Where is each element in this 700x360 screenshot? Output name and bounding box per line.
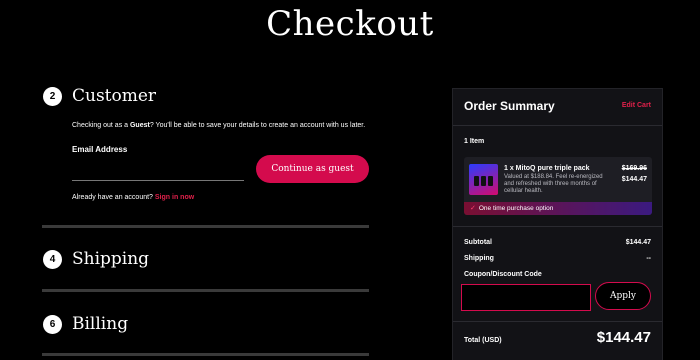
- coupon-code-input[interactable]: [461, 284, 591, 311]
- summary-divider: [453, 125, 662, 126]
- guest-note: Checking out as a Guest? You'll be able …: [72, 122, 366, 129]
- order-summary-panel: Order Summary Edit Cart 1 Item 1 x MitoQ…: [452, 88, 663, 360]
- coupon-label: Coupon/Discount Code: [464, 271, 542, 278]
- apply-coupon-button[interactable]: Apply: [595, 282, 651, 310]
- step-number-customer: 2: [43, 87, 62, 106]
- email-label: Email Address: [72, 145, 128, 154]
- total-value: $144.47: [596, 329, 651, 346]
- summary-divider: [453, 226, 662, 227]
- purchase-option-bar: ✓ One time purchase option: [464, 202, 652, 215]
- email-field[interactable]: [72, 163, 244, 181]
- sign-in-link[interactable]: Sign in now: [155, 194, 194, 201]
- product-image: [469, 164, 498, 195]
- step-title-billing[interactable]: Billing: [72, 314, 128, 334]
- subtotal-value: $144.47: [625, 239, 651, 246]
- page-title: Checkout: [266, 4, 434, 44]
- shipping-label: Shipping: [464, 255, 494, 262]
- item-price: $144.47: [621, 176, 647, 183]
- total-label: Total (USD): [464, 337, 502, 344]
- cart-item: 1 x MitoQ pure triple pack Valued at $18…: [464, 157, 652, 215]
- section-divider: [42, 353, 369, 356]
- subtotal-label: Subtotal: [464, 239, 492, 246]
- step-title-customer[interactable]: Customer: [72, 86, 156, 106]
- check-icon: ✓: [470, 205, 476, 212]
- shipping-value: --: [646, 255, 651, 262]
- section-divider: [42, 289, 369, 292]
- continue-as-guest-button[interactable]: Continue as guest: [256, 155, 369, 183]
- order-summary-title: Order Summary: [464, 99, 555, 113]
- guest-word: Guest: [129, 122, 150, 129]
- summary-divider: [453, 321, 662, 322]
- step-title-shipping[interactable]: Shipping: [72, 249, 149, 269]
- purchase-option-label: One time purchase option: [478, 205, 554, 212]
- item-description: Valued at $188.84. Feel re-energized and…: [504, 174, 603, 194]
- item-count: 1 Item: [464, 138, 485, 145]
- account-note: Already have an account? Sign in now: [72, 194, 195, 201]
- step-number-billing: 6: [43, 315, 62, 334]
- item-original-price: $169.96: [621, 165, 647, 172]
- item-name: 1 x MitoQ pure triple pack: [504, 165, 590, 172]
- step-number-shipping: 4: [43, 250, 62, 269]
- edit-cart-link[interactable]: Edit Cart: [622, 102, 651, 109]
- section-divider: [42, 225, 369, 228]
